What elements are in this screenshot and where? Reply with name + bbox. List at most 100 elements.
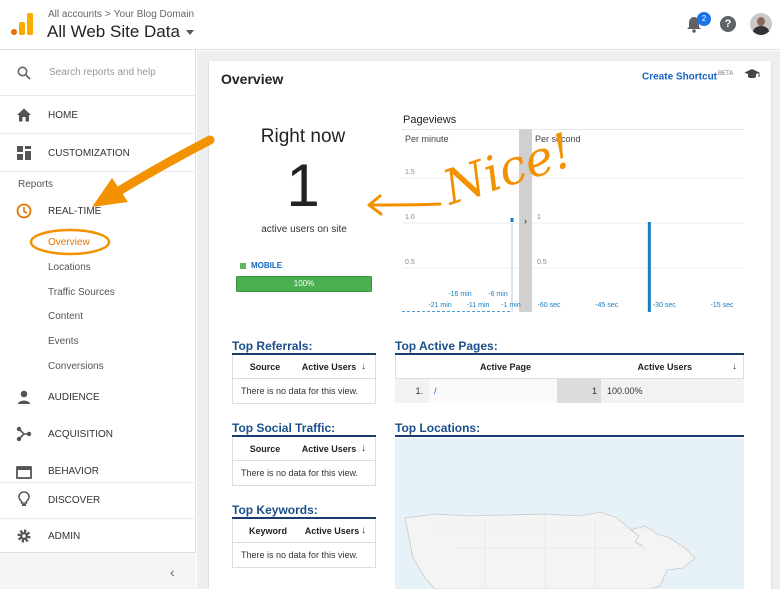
x-tick-label: -11 min [467, 302, 490, 309]
section-rule [395, 435, 744, 437]
collapse-sidebar-chevron-icon[interactable]: ‹ [170, 564, 175, 580]
sort-arrow-icon[interactable]: ↓ [732, 361, 737, 372]
x-tick-label: -30 sec [653, 302, 676, 309]
sidebar-item-label: REAL-TIME [48, 206, 102, 217]
x-tick-label: -21 min [428, 302, 451, 309]
map-land-shape [404, 511, 696, 589]
analytics-logo-icon[interactable] [11, 13, 33, 35]
sidebar-item-conversions[interactable]: Conversions [48, 361, 104, 372]
breadcrumb[interactable]: All accounts > Your Blog Domain [48, 9, 194, 20]
create-shortcut-link[interactable]: Create ShortcutBETA [642, 71, 733, 82]
sidebar-item-traffic-sources[interactable]: Traffic Sources [48, 287, 115, 298]
x-tick-label: -6 min [488, 291, 508, 298]
breadcrumb-domain[interactable]: Your Blog Domain [114, 9, 194, 20]
col-keyword-header[interactable]: Keyword [233, 526, 303, 536]
sidebar-item-customization[interactable]: CUSTOMIZATION [0, 134, 196, 172]
search-box[interactable]: Search reports and help [0, 50, 196, 96]
property-selector[interactable]: All Web Site Data [47, 22, 194, 42]
page-title: Overview [221, 71, 284, 87]
x-tick-label: -16 min [448, 291, 471, 298]
active-users-count: 1 [286, 152, 320, 219]
clock-icon [16, 203, 32, 219]
col-active-users-header[interactable]: Active Users [297, 362, 361, 372]
device-legend: MOBILE [240, 261, 282, 270]
notification-count-badge: 2 [697, 12, 711, 26]
top-social-title: Top Social Traffic: [232, 421, 336, 435]
device-label: MOBILE [251, 261, 283, 270]
col-active-page-header[interactable]: Active Page [396, 362, 558, 372]
home-icon [17, 108, 31, 122]
beta-badge: BETA [718, 71, 734, 77]
sidebar-item-content[interactable]: Content [48, 311, 83, 322]
col-active-users-header[interactable]: Active Users [558, 362, 732, 372]
empty-message: There is no data for this view. [241, 468, 359, 478]
x-tick-label: -45 sec [595, 302, 618, 309]
caret-down-icon [185, 29, 194, 35]
col-active-users-header[interactable]: Active Users [297, 444, 361, 454]
avatar[interactable] [750, 13, 772, 35]
sidebar-item-label: ADMIN [48, 531, 81, 542]
sidebar-footer: ‹ [0, 552, 196, 589]
row-users: 1 [557, 379, 601, 403]
person-icon [18, 390, 30, 404]
device-share-value: 100% [293, 279, 315, 288]
y-tick-label: 1.5 [405, 169, 415, 176]
y-tick-label: 0.5 [405, 259, 415, 266]
device-share-bar[interactable]: 100% [236, 276, 372, 292]
active-users-label: active users on site [261, 224, 347, 235]
active-pages-table: Active Page Active Users ↓ 1. / 1 100.00… [395, 355, 744, 403]
sidebar-item-home[interactable]: HOME [0, 96, 196, 134]
sidebar-item-locations[interactable]: Locations [48, 262, 91, 273]
x-tick-label: -15 sec [711, 302, 734, 309]
col-source-header[interactable]: Source [233, 444, 297, 454]
sort-arrow-icon[interactable]: ↓ [361, 443, 366, 454]
y-tick-label: 1 [537, 214, 541, 221]
row-percent: 100.00% [607, 386, 643, 396]
top-active-pages-title: Top Active Pages: [395, 339, 498, 353]
col-source-header[interactable]: Source [233, 362, 297, 372]
empty-message: There is no data for this view. [241, 386, 359, 396]
create-shortcut-label: Create Shortcut [642, 71, 718, 83]
sidebar-item-events[interactable]: Events [48, 336, 79, 347]
chart-bar[interactable] [510, 218, 514, 222]
table-row[interactable]: 1. / 1 100.00% [395, 379, 744, 403]
sidebar-item-label: BEHAVIOR [48, 466, 99, 477]
sidebar-item-label: ACQUISITION [48, 429, 114, 440]
pageviews-chart: › Per minute 1.5 1.0 0.5 -21 min -11 min -1 mi… [402, 129, 744, 312]
sidebar-item-discover[interactable]: DISCOVER [0, 482, 196, 518]
row-rank: 1. [415, 386, 423, 396]
referrals-table: Source Active Users ↓ There is no data f… [232, 355, 376, 404]
sidebar-item-acquisition[interactable]: ACQUISITION [0, 419, 196, 449]
locations-map[interactable] [395, 438, 744, 589]
dashboard-grid-icon [17, 146, 31, 160]
pageviews-title: Pageviews [403, 114, 457, 126]
graduation-cap-icon[interactable] [744, 68, 760, 80]
sidebar-item-admin[interactable]: ADMIN [0, 518, 196, 552]
help-icon[interactable]: ? [720, 16, 736, 32]
splitter-arrow-icon[interactable]: › [524, 216, 527, 226]
search-placeholder[interactable]: Search reports and help [49, 67, 156, 78]
reports-section-label: Reports [18, 179, 54, 190]
top-header: All accounts > Your Blog Domain All Web Si… [0, 0, 780, 50]
col-active-users-header[interactable]: Active Users [303, 526, 361, 536]
social-table: Source Active Users ↓ There is no data f… [232, 437, 376, 486]
gear-icon [17, 529, 31, 543]
top-locations-title: Top Locations: [395, 421, 481, 435]
chart-bar[interactable] [647, 222, 651, 312]
x-tick-label: -1 min [501, 302, 521, 309]
empty-message: There is no data for this view. [241, 550, 359, 560]
search-icon [17, 66, 31, 80]
sidebar-item-label: DISCOVER [48, 495, 101, 506]
keywords-table: Keyword Active Users ↓ There is no data … [232, 519, 376, 568]
sidebar-item-audience[interactable]: AUDIENCE [0, 382, 196, 412]
sidebar-item-overview[interactable]: Overview [48, 237, 90, 248]
sidebar: Search reports and help HOME CUSTOMIZATI… [0, 50, 196, 589]
sidebar-item-label: CUSTOMIZATION [48, 148, 130, 159]
sidebar-item-label: AUDIENCE [48, 392, 100, 403]
active-page-link[interactable]: / [429, 379, 557, 403]
sort-arrow-icon[interactable]: ↓ [361, 525, 366, 536]
sidebar-item-realtime[interactable]: REAL-TIME [0, 198, 196, 224]
sidebar-item-label: HOME [48, 110, 78, 121]
breadcrumb-accounts[interactable]: All accounts [48, 9, 102, 20]
sort-arrow-icon[interactable]: ↓ [361, 361, 366, 372]
